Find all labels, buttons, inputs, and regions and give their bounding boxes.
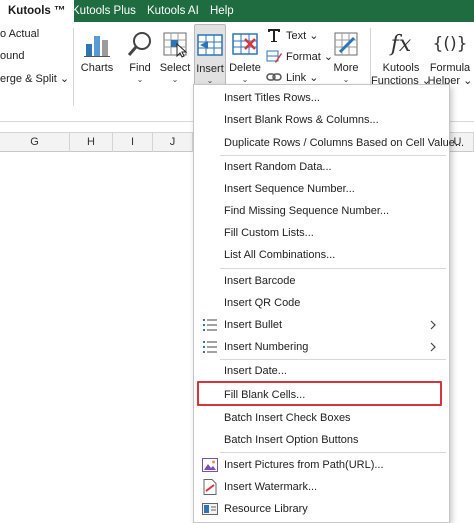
menu-item-label: Insert Barcode xyxy=(224,275,296,287)
select-cells-icon xyxy=(159,28,191,60)
delete-label: Delete xyxy=(229,62,261,74)
text-menu-button[interactable]: Text ⌄ xyxy=(266,26,318,44)
delete-icon xyxy=(229,28,261,60)
column-header[interactable]: H xyxy=(70,133,113,152)
menu-separator xyxy=(220,268,446,269)
formula-helper-label-1: Formula xyxy=(429,62,471,74)
column-header[interactable]: G xyxy=(0,133,70,152)
more-label: More xyxy=(333,62,359,74)
menu-item-duplicate-rows-columns[interactable]: Duplicate Rows / Columns Based on Cell V… xyxy=(194,132,464,154)
column-header[interactable]: J xyxy=(153,133,193,152)
column-header[interactable]: I xyxy=(113,133,153,152)
menu-item-label: Insert Bullet xyxy=(224,319,283,331)
menu-item-label: Fill Custom Lists... xyxy=(224,227,314,239)
find-button[interactable]: Find ⌄ xyxy=(124,24,156,104)
menu-item-insert-pictures-from-path[interactable]: Insert Pictures from Path(URL)... xyxy=(194,454,449,476)
format-menu-button[interactable]: Format ⌄ xyxy=(266,47,333,65)
select-chevron-icon: ⌄ xyxy=(171,75,179,84)
insert-icon xyxy=(194,29,226,61)
bullet-list-icon xyxy=(202,317,218,333)
tab-kutools-ai[interactable]: Kutools AI xyxy=(139,0,207,22)
menu-item-insert-barcode[interactable]: Insert Barcode xyxy=(194,270,449,292)
menu-item-insert-qr-code[interactable]: Insert QR Code xyxy=(194,292,449,314)
function-fx-icon: fx xyxy=(390,31,412,57)
ribbon-item-merge-split[interactable]: erge & Split ⌄ xyxy=(0,72,69,85)
picture-icon xyxy=(202,457,218,473)
watermark-icon xyxy=(202,479,218,495)
charts-button[interactable]: Charts xyxy=(80,24,114,104)
resource-library-icon xyxy=(202,501,218,517)
format-icon xyxy=(266,48,282,64)
ribbon-separator xyxy=(73,28,74,106)
menu-item-label: Insert Numbering xyxy=(224,341,309,353)
menu-item-resource-library[interactable]: Resource Library xyxy=(194,498,449,520)
menu-item-label: Insert Watermark... xyxy=(224,481,318,493)
formula-braces-icon: {()} xyxy=(432,34,468,54)
ribbon-item-round[interactable]: ound xyxy=(0,50,24,62)
format-label: Format ⌄ xyxy=(286,50,334,63)
tab-help[interactable]: Help xyxy=(202,0,242,22)
menu-item-insert-random-data[interactable]: Insert Random Data... xyxy=(194,156,449,178)
menu-item-label: Insert Date... xyxy=(224,365,287,377)
menu-item-label: Find Missing Sequence Number... xyxy=(224,205,390,217)
menu-item-label: Insert Random Data... xyxy=(224,161,332,173)
menu-item-insert-watermark[interactable]: Insert Watermark... xyxy=(194,476,449,498)
select-label: Select xyxy=(159,62,191,74)
ribbon-tab-bar: Kutools ™ Kutools Plus Kutools AI Help xyxy=(0,0,474,22)
menu-item-label: Insert Sequence Number... xyxy=(224,183,355,195)
insert-label: Insert xyxy=(196,63,224,75)
menu-item-batch-insert-check-boxes[interactable]: Batch Insert Check Boxes xyxy=(194,407,449,429)
menu-item-label: Insert Pictures from Path(URL)... xyxy=(224,459,384,471)
menu-item-label: Batch Insert Option Buttons xyxy=(224,434,359,446)
menu-item-label: Duplicate Rows / Columns Based on Cell V… xyxy=(224,137,465,149)
menu-item-insert-numbering[interactable]: Insert Numbering xyxy=(194,336,449,358)
more-grid-icon xyxy=(330,28,362,60)
menu-item-insert-date[interactable]: Insert Date... xyxy=(194,360,449,382)
submenu-arrow-icon xyxy=(429,317,439,333)
ribbon-item-to-actual[interactable]: o Actual xyxy=(0,28,39,40)
insert-dropdown-menu: Insert Titles Rows... Insert Blank Rows … xyxy=(193,84,464,523)
numbered-list-icon xyxy=(202,339,218,355)
link-label: Link ⌄ xyxy=(286,71,319,84)
link-icon xyxy=(266,69,282,85)
menu-separator xyxy=(220,452,446,453)
kutools-functions-label-1: Kutools xyxy=(382,62,420,74)
select-button[interactable]: Select ⌄ xyxy=(159,24,191,104)
menu-item-label: Insert QR Code xyxy=(224,297,301,309)
menu-item-fill-custom-lists[interactable]: Fill Custom Lists... xyxy=(194,222,449,244)
menu-item-insert-titles-rows[interactable]: Insert Titles Rows... xyxy=(194,87,449,109)
submenu-arrow-icon xyxy=(429,339,439,355)
menu-item-batch-insert-option-buttons[interactable]: Batch Insert Option Buttons xyxy=(194,429,449,451)
charts-label: Charts xyxy=(80,62,114,74)
menu-item-list-all-combinations[interactable]: List All Combinations... xyxy=(194,244,449,266)
menu-item-insert-blank-rows-columns[interactable]: Insert Blank Rows & Columns... xyxy=(194,109,449,131)
menu-item-label: Insert Titles Rows... xyxy=(224,92,320,104)
find-chevron-icon: ⌄ xyxy=(136,75,144,84)
menu-item-insert-sequence-number[interactable]: Insert Sequence Number... xyxy=(194,178,449,200)
menu-item-label: List All Combinations... xyxy=(224,249,336,261)
menu-item-insert-bullet[interactable]: Insert Bullet xyxy=(194,314,449,336)
tab-kutools[interactable]: Kutools ™ xyxy=(0,0,74,22)
text-icon xyxy=(266,27,282,43)
bar-chart-icon xyxy=(81,28,113,60)
find-label: Find xyxy=(129,62,151,74)
tab-kutools-plus[interactable]: Kutools Plus xyxy=(64,0,144,22)
menu-item-label: Insert Blank Rows & Columns... xyxy=(224,114,379,126)
magnifier-icon xyxy=(124,28,156,60)
menu-item-label: Batch Insert Check Boxes xyxy=(224,412,351,424)
fill-blank-cells-highlight xyxy=(197,381,442,406)
menu-item-label: Resource Library xyxy=(224,503,308,515)
menu-item-find-missing-sequence-number[interactable]: Find Missing Sequence Number... xyxy=(194,200,449,222)
text-label: Text ⌄ xyxy=(286,29,319,42)
